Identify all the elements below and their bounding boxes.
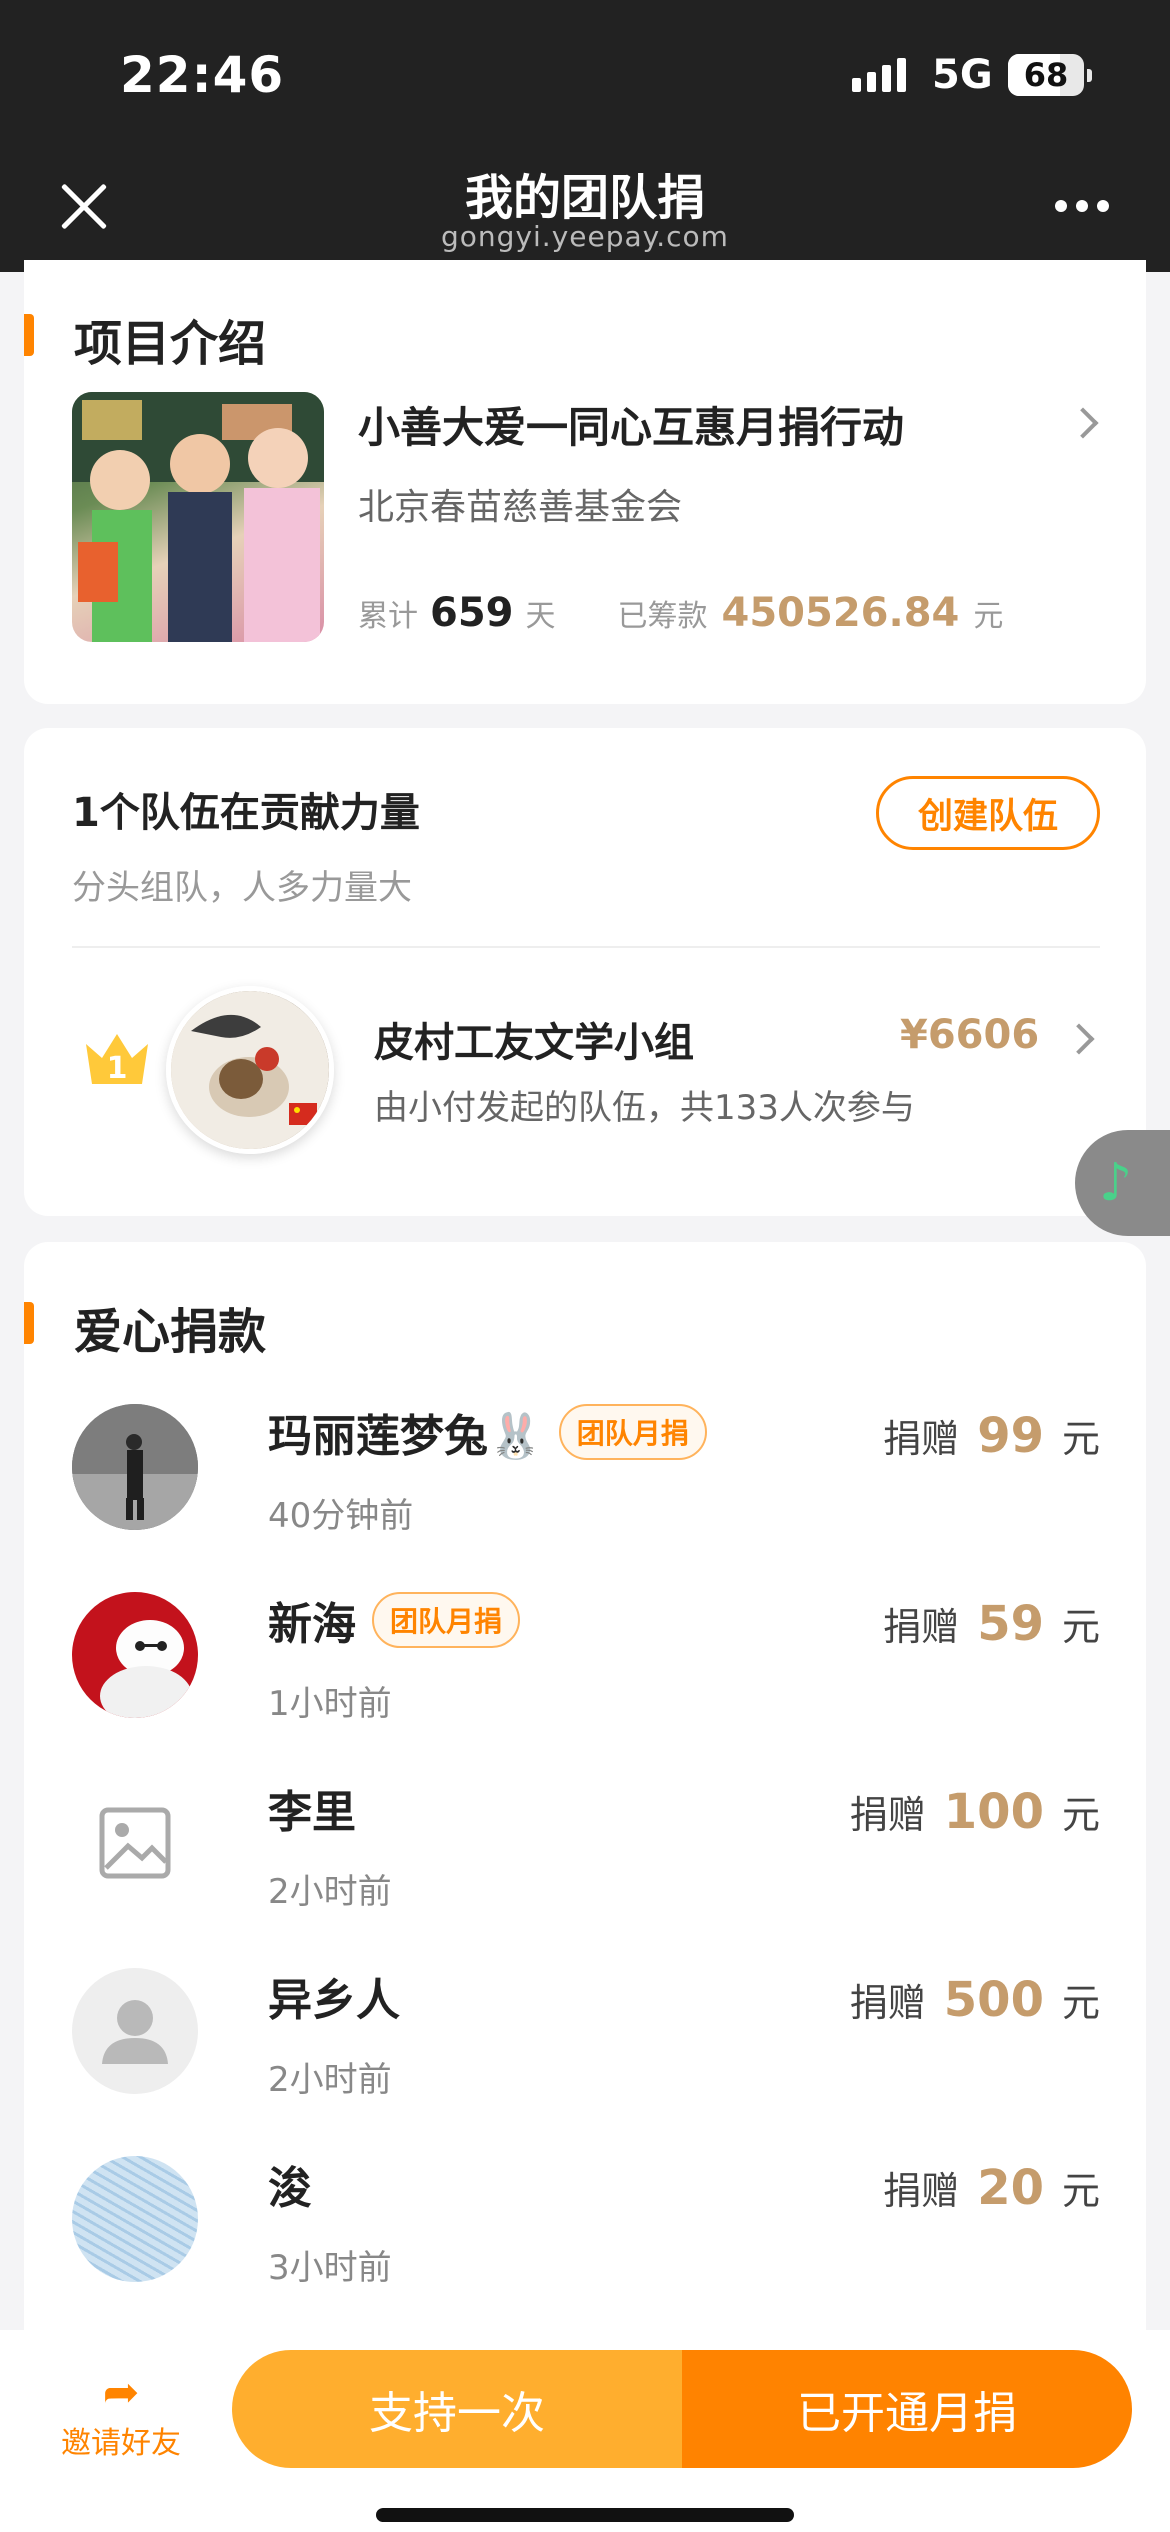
donate-label: 捐赠 xyxy=(849,1793,926,1837)
chevron-right-icon[interactable] xyxy=(1063,1023,1095,1055)
amount-unit: 元 xyxy=(1061,1605,1100,1649)
share-arrow-icon: ➦ xyxy=(102,2367,140,2418)
amount-unit: 元 xyxy=(1061,1981,1100,2025)
bottom-action-bar: ➦ 邀请好友 支持一次 已开通月捐 xyxy=(0,2330,1170,2532)
team-avatar xyxy=(166,986,334,1154)
battery-level-text: 68 xyxy=(1023,56,1069,94)
default-avatar-icon xyxy=(72,1968,198,2094)
network-label: 5G xyxy=(932,52,993,98)
donation-amount: 捐赠 100 元 xyxy=(850,1784,1100,1840)
team-rank: 1 xyxy=(107,1051,128,1086)
home-indicator xyxy=(376,2508,794,2522)
project-name[interactable]: 小善大爱一同心互惠月捐行动 xyxy=(358,394,904,455)
donor-avatar xyxy=(72,1592,198,1718)
teams-title: 1个队伍在贡献力量 xyxy=(72,790,420,836)
donation-time: 2小时前 xyxy=(268,2060,392,2100)
project-card[interactable]: 项目介绍 小善大爱一同心互惠月捐行动 北京春苗慈善基金会 累计 659 天 已筹… xyxy=(24,260,1146,704)
teams-card: 1个队伍在贡献力量 分头组队，人多力量大 创建队伍 1 皮村工友文学小组 由小付… xyxy=(24,728,1146,1216)
donation-item[interactable]: 李里 2小时前 捐赠 100 元 xyxy=(72,1780,1100,1912)
donations-card: 爱心捐款 玛丽莲梦兔🐰 团队月捐 40分钟前 捐赠 99 元 新海 团队月捐 1… xyxy=(24,1242,1146,2442)
donor-name-row: 新海 团队月捐 xyxy=(268,1588,521,1652)
chevron-right-icon[interactable] xyxy=(1067,407,1099,439)
donation-amount: 捐赠 20 元 xyxy=(883,2160,1100,2216)
section-title-project: 项目介绍 xyxy=(74,316,267,372)
donation-time: 2小时前 xyxy=(268,1872,392,1912)
amount-unit: 元 xyxy=(1061,1793,1100,1837)
monthly-enabled-button[interactable]: 已开通月捐 xyxy=(682,2350,1132,2468)
donate-label: 捐赠 xyxy=(849,1981,926,2025)
donor-name-row: 异乡人 xyxy=(268,1964,400,2028)
donation-time: 3小时前 xyxy=(268,2248,392,2288)
team-description: 由小付发起的队伍，共133人次参与 xyxy=(374,1088,915,1128)
signal-icon xyxy=(852,58,906,92)
battery-icon: 68 xyxy=(1008,54,1092,96)
donor-name: 新海 xyxy=(268,1599,356,1650)
status-time: 22:46 xyxy=(120,46,285,104)
donation-time: 40分钟前 xyxy=(268,1496,414,1536)
donation-time: 1小时前 xyxy=(268,1684,392,1724)
invite-friends-button[interactable]: ➦ 邀请好友 xyxy=(56,2368,186,2462)
section-title-donations: 爱心捐款 xyxy=(74,1304,267,1360)
amount-value: 99 xyxy=(977,1408,1044,1464)
donation-item[interactable]: 异乡人 2小时前 捐赠 500 元 xyxy=(72,1968,1100,2100)
raised-unit: 元 xyxy=(973,599,1004,634)
amount-value: 59 xyxy=(977,1596,1044,1652)
donation-item[interactable]: 玛丽莲梦兔🐰 团队月捐 40分钟前 捐赠 99 元 xyxy=(72,1404,1100,1536)
donor-name: 异乡人 xyxy=(268,1975,400,2026)
top-bar: 22:46 5G 68 我的团队捐 gongyi.yeepay.com xyxy=(0,0,1170,272)
crown-icon: 1 xyxy=(86,1034,148,1086)
donor-name: 李里 xyxy=(268,1787,356,1838)
team-monthly-badge: 团队月捐 xyxy=(558,1404,707,1460)
donor-avatar xyxy=(72,2156,198,2282)
invite-label: 邀请好友 xyxy=(61,2426,181,2461)
donation-amount: 捐赠 59 元 xyxy=(883,1596,1100,1652)
section-marker xyxy=(24,314,34,356)
days-count: 659 xyxy=(430,590,514,636)
teams-subtitle: 分头组队，人多力量大 xyxy=(72,868,412,908)
raised-amount: 450526.84 xyxy=(721,590,960,636)
page-domain: gongyi.yeepay.com xyxy=(441,220,729,253)
donor-avatar xyxy=(72,1404,198,1530)
donate-label: 捐赠 xyxy=(883,1417,960,1461)
donation-item[interactable]: 浚 3小时前 捐赠 20 元 xyxy=(72,2156,1100,2288)
donor-name: 浚 xyxy=(268,2163,312,2214)
amount-value: 500 xyxy=(943,1972,1044,2028)
section-marker xyxy=(24,1302,34,1344)
donor-name: 玛丽莲梦兔🐰 xyxy=(268,1411,543,1462)
donor-name-row: 玛丽莲梦兔🐰 团队月捐 xyxy=(268,1400,707,1464)
project-org: 北京春苗慈善基金会 xyxy=(358,487,683,528)
donate-label: 捐赠 xyxy=(883,2169,960,2213)
days-unit: 天 xyxy=(525,599,556,634)
donor-name-row: 浚 xyxy=(268,2152,312,2216)
image-placeholder-icon xyxy=(72,1780,198,1906)
donor-name-row: 李里 xyxy=(268,1776,356,1840)
support-once-button[interactable]: 支持一次 xyxy=(232,2350,682,2468)
amount-value: 100 xyxy=(943,1784,1044,1840)
days-label: 累计 xyxy=(358,599,418,634)
team-monthly-badge: 团队月捐 xyxy=(372,1592,521,1648)
raised-label: 已筹款 xyxy=(617,599,708,634)
project-image xyxy=(72,392,324,642)
amount-unit: 元 xyxy=(1061,2169,1100,2213)
amount-value: 20 xyxy=(977,2160,1044,2216)
amount-unit: 元 xyxy=(1061,1417,1100,1461)
page-title: 我的团队捐 xyxy=(464,170,705,226)
create-team-button[interactable]: 创建队伍 xyxy=(876,776,1100,850)
music-note-icon[interactable]: ♪ xyxy=(1075,1130,1170,1236)
donate-label: 捐赠 xyxy=(883,1605,960,1649)
more-icon[interactable] xyxy=(1055,200,1109,212)
donation-amount: 捐赠 99 元 xyxy=(883,1408,1100,1464)
project-stats: 累计 659 天 已筹款 450526.84 元 xyxy=(358,590,1003,636)
divider xyxy=(72,946,1100,948)
donation-amount: 捐赠 500 元 xyxy=(850,1972,1100,2028)
team-name[interactable]: 皮村工友文学小组 xyxy=(374,1010,694,1068)
team-amount: ¥6606 xyxy=(900,1012,1040,1058)
donation-item[interactable]: 新海 团队月捐 1小时前 捐赠 59 元 xyxy=(72,1592,1100,1724)
